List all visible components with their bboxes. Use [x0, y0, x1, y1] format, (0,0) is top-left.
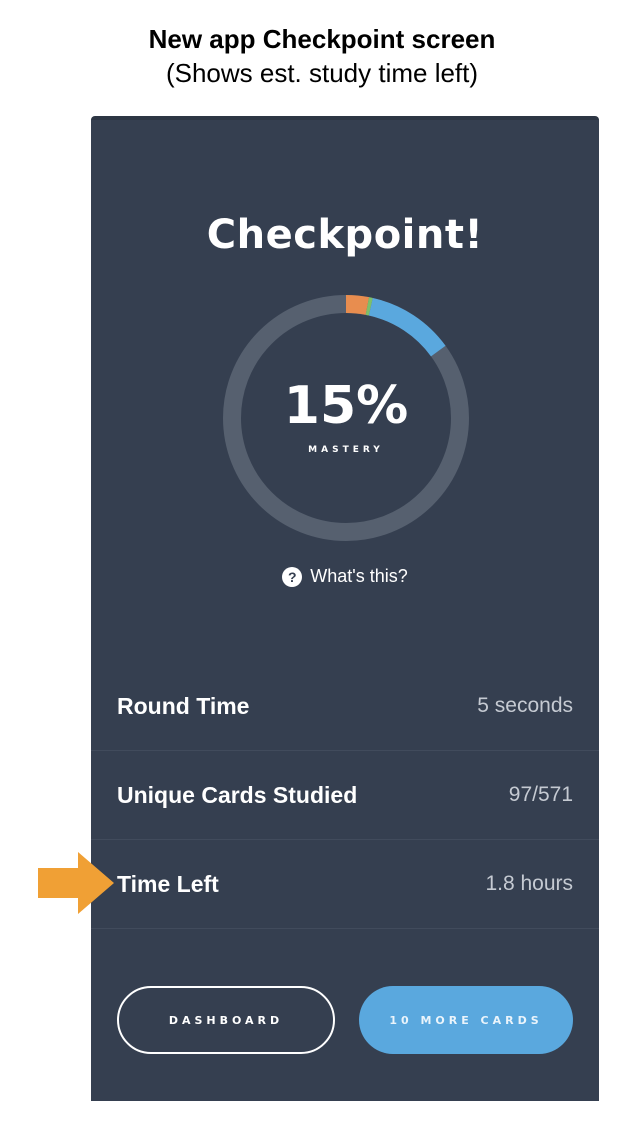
- whats-this-link[interactable]: ? What's this?: [91, 566, 599, 587]
- mastery-donut: 15% MASTERY: [218, 290, 474, 546]
- question-icon: ?: [282, 566, 303, 587]
- stat-row-unique-cards: Unique Cards Studied 97/571: [91, 751, 599, 840]
- caption-title: New app Checkpoint screen: [148, 24, 496, 54]
- checkpoint-screen: Checkpoint! 15% MASTERY ? What's this? R…: [91, 116, 599, 1101]
- stat-label: Time Left: [117, 870, 219, 897]
- page: New app Checkpoint screen (Shows est. st…: [0, 0, 644, 1130]
- stat-row-round-time: Round Time 5 seconds: [91, 662, 599, 751]
- stat-value: 1.8 hours: [485, 872, 573, 895]
- stat-value: 5 seconds: [477, 694, 573, 717]
- stat-label: Round Time: [117, 692, 250, 719]
- caption-subtitle: (Shows est. study time left): [165, 58, 479, 88]
- stats-list: Round Time 5 seconds Unique Cards Studie…: [91, 662, 599, 929]
- stat-label: Unique Cards Studied: [117, 781, 358, 808]
- stat-value: 97/571: [508, 783, 573, 806]
- whats-this-label: What's this?: [310, 566, 408, 586]
- mastery-percent: 15%: [283, 376, 409, 436]
- page-title: Checkpoint!: [206, 212, 484, 258]
- dashboard-button[interactable]: DASHBOARD: [117, 986, 335, 1054]
- stat-row-time-left: Time Left 1.8 hours: [91, 840, 599, 929]
- mastery-label: MASTERY: [308, 445, 384, 455]
- arrow-right-icon: [38, 852, 114, 914]
- more-cards-button[interactable]: 10 MORE CARDS: [359, 986, 573, 1054]
